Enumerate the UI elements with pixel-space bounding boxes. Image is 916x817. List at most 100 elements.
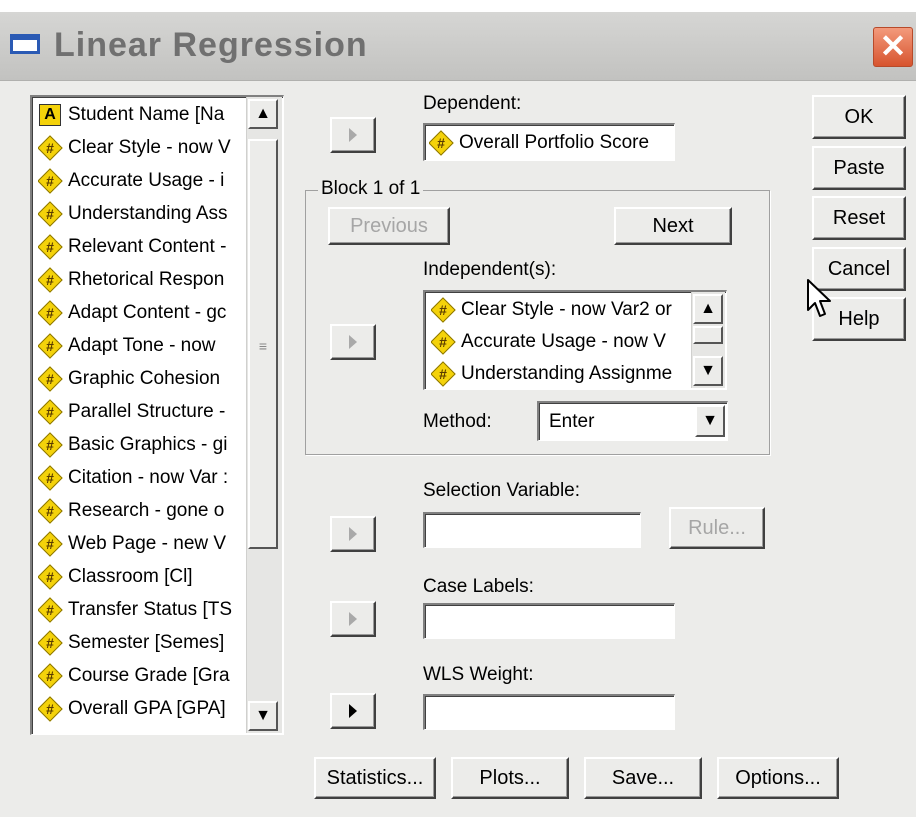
- string-variable-icon: A: [38, 103, 62, 127]
- variable-label: Research - gone o: [68, 500, 225, 521]
- variable-list-item[interactable]: # Understanding Ass: [38, 198, 246, 230]
- move-to-case-labels-button[interactable]: [330, 601, 376, 637]
- variable-list-item[interactable]: # Parallel Structure -: [38, 396, 246, 428]
- selection-variable-label: Selection Variable:: [423, 480, 581, 501]
- variable-label: Student Name [Na: [68, 104, 225, 125]
- numeric-variable-icon: #: [38, 630, 63, 656]
- independent-list[interactable]: # Clear Style - now Var2 or # Accurate Usag…: [423, 290, 727, 390]
- variable-label: Classroom [Cl]: [68, 566, 193, 587]
- ok-button[interactable]: OK: [812, 95, 906, 139]
- variable-list-item[interactable]: # Research - gone o: [38, 495, 246, 527]
- reset-button[interactable]: Reset: [812, 196, 906, 240]
- right-arrow-icon: [349, 704, 357, 718]
- variable-list-item[interactable]: # Clear Style - now V: [38, 132, 246, 164]
- variable-list-item[interactable]: # Adapt Tone - now: [38, 330, 246, 362]
- statistics-button[interactable]: Statistics...: [314, 757, 436, 799]
- variable-label: Understanding Ass: [68, 203, 228, 224]
- scroll-up-button[interactable]: ▲: [248, 99, 278, 129]
- save-button[interactable]: Save...: [584, 757, 702, 799]
- variable-list-item[interactable]: # Classroom [Cl]: [38, 561, 246, 593]
- right-arrow-icon: [349, 128, 357, 142]
- rule-button[interactable]: Rule...: [669, 507, 765, 549]
- previous-button[interactable]: Previous: [328, 207, 450, 245]
- wls-weight-field[interactable]: [423, 694, 675, 730]
- scroll-down-button[interactable]: ▼: [693, 356, 723, 386]
- move-to-dependent-button[interactable]: [330, 117, 376, 153]
- right-arrow-icon: [349, 527, 357, 541]
- move-to-independent-button[interactable]: [330, 324, 376, 360]
- wls-weight-label: WLS Weight:: [423, 664, 534, 685]
- variable-list-item[interactable]: # Transfer Status [TS: [38, 594, 246, 626]
- variable-list-item[interactable]: A Student Name [Na: [38, 99, 246, 131]
- variable-list-item[interactable]: # Web Page - new V: [38, 528, 246, 560]
- dependent-label: Dependent:: [423, 93, 522, 114]
- variable-source-list[interactable]: A Student Name [Na # Clear Style - now V # Ac…: [30, 95, 284, 735]
- numeric-variable-icon: #: [38, 300, 63, 326]
- scroll-down-button[interactable]: ▼: [248, 701, 278, 731]
- scroll-thumb[interactable]: [693, 326, 723, 344]
- independent-label-text: Understanding Assignme: [461, 363, 673, 384]
- method-dropdown-button[interactable]: ▼: [695, 405, 725, 437]
- selection-variable-field[interactable]: [423, 512, 641, 548]
- paste-button[interactable]: Paste: [812, 146, 906, 190]
- independent-label: Independent(s):: [423, 259, 557, 280]
- numeric-variable-icon: #: [38, 531, 63, 557]
- variable-list-item[interactable]: # Basic Graphics - gi: [38, 429, 246, 461]
- variable-label: Transfer Status [TS: [68, 599, 233, 620]
- numeric-variable-icon: #: [38, 135, 63, 161]
- case-labels-label: Case Labels:: [423, 576, 534, 597]
- variable-list-item[interactable]: # Adapt Content - gc: [38, 297, 246, 329]
- close-button[interactable]: ✕: [873, 27, 913, 67]
- scroll-up-button[interactable]: ▲: [693, 294, 723, 324]
- variable-list-item[interactable]: # Overall GPA [GPA]: [38, 693, 246, 725]
- variable-label: Course Grade [Gra: [68, 665, 230, 686]
- chevron-down-icon: ▼: [702, 412, 718, 429]
- method-value: Enter: [549, 411, 595, 432]
- numeric-variable-icon: #: [38, 399, 63, 425]
- variable-list-scrollbar[interactable]: ▲ ≡ ▼: [246, 97, 282, 733]
- variable-label: Clear Style - now V: [68, 137, 231, 158]
- numeric-variable-icon: #: [38, 498, 63, 524]
- move-to-wls-button[interactable]: [330, 693, 376, 729]
- variable-label: Overall GPA [GPA]: [68, 698, 226, 719]
- variable-list-item[interactable]: # Graphic Cohesion: [38, 363, 246, 395]
- scroll-thumb[interactable]: ≡: [248, 139, 278, 549]
- variable-label: Basic Graphics - gi: [68, 434, 228, 455]
- dependent-value: Overall Portfolio Score: [459, 132, 650, 153]
- chevron-down-icon: ▼: [255, 707, 271, 724]
- move-to-selection-button[interactable]: [330, 516, 376, 552]
- numeric-variable-icon: #: [38, 465, 63, 491]
- variable-list-item[interactable]: # Semester [Semes]: [38, 627, 246, 659]
- variable-list-item[interactable]: # Accurate Usage - i: [38, 165, 246, 197]
- plots-button[interactable]: Plots...: [451, 757, 569, 799]
- case-labels-field[interactable]: [423, 603, 675, 639]
- independent-list-item[interactable]: # Understanding Assignme: [431, 358, 689, 389]
- close-icon: ✕: [879, 28, 907, 64]
- independent-list-scrollbar[interactable]: ▲ ▼: [691, 292, 725, 388]
- variable-list-item[interactable]: # Relevant Content -: [38, 231, 246, 263]
- variable-label: Rhetorical Respon: [68, 269, 225, 290]
- variable-list-item[interactable]: # Course Grade [Gra: [38, 660, 246, 692]
- variable-label: Relevant Content -: [68, 236, 227, 257]
- variable-label: Accurate Usage - i: [68, 170, 225, 191]
- independent-list-item[interactable]: # Clear Style - now Var2 or: [431, 294, 689, 326]
- numeric-variable-icon: #: [38, 333, 63, 359]
- numeric-variable-icon: #: [431, 297, 456, 323]
- numeric-variable-icon: #: [38, 201, 63, 227]
- numeric-variable-icon: #: [38, 696, 63, 722]
- numeric-variable-icon: #: [38, 267, 63, 293]
- numeric-variable-icon: #: [38, 366, 63, 392]
- next-button[interactable]: Next: [614, 207, 732, 245]
- numeric-variable-icon: #: [431, 361, 456, 387]
- variable-label: Semester [Semes]: [68, 632, 225, 653]
- independent-list-item[interactable]: # Accurate Usage - now V: [431, 326, 689, 358]
- dependent-field[interactable]: # Overall Portfolio Score: [423, 123, 675, 161]
- numeric-variable-icon: #: [38, 432, 63, 458]
- block-label: Block 1 of 1: [318, 178, 424, 200]
- numeric-variable-icon: #: [431, 329, 456, 355]
- options-button[interactable]: Options...: [717, 757, 839, 799]
- variable-list-item[interactable]: # Citation - now Var :: [38, 462, 246, 494]
- title-bar[interactable]: Linear Regression ✕: [0, 12, 916, 81]
- method-dropdown[interactable]: Enter ▼: [537, 401, 728, 441]
- variable-list-item[interactable]: # Rhetorical Respon: [38, 264, 246, 296]
